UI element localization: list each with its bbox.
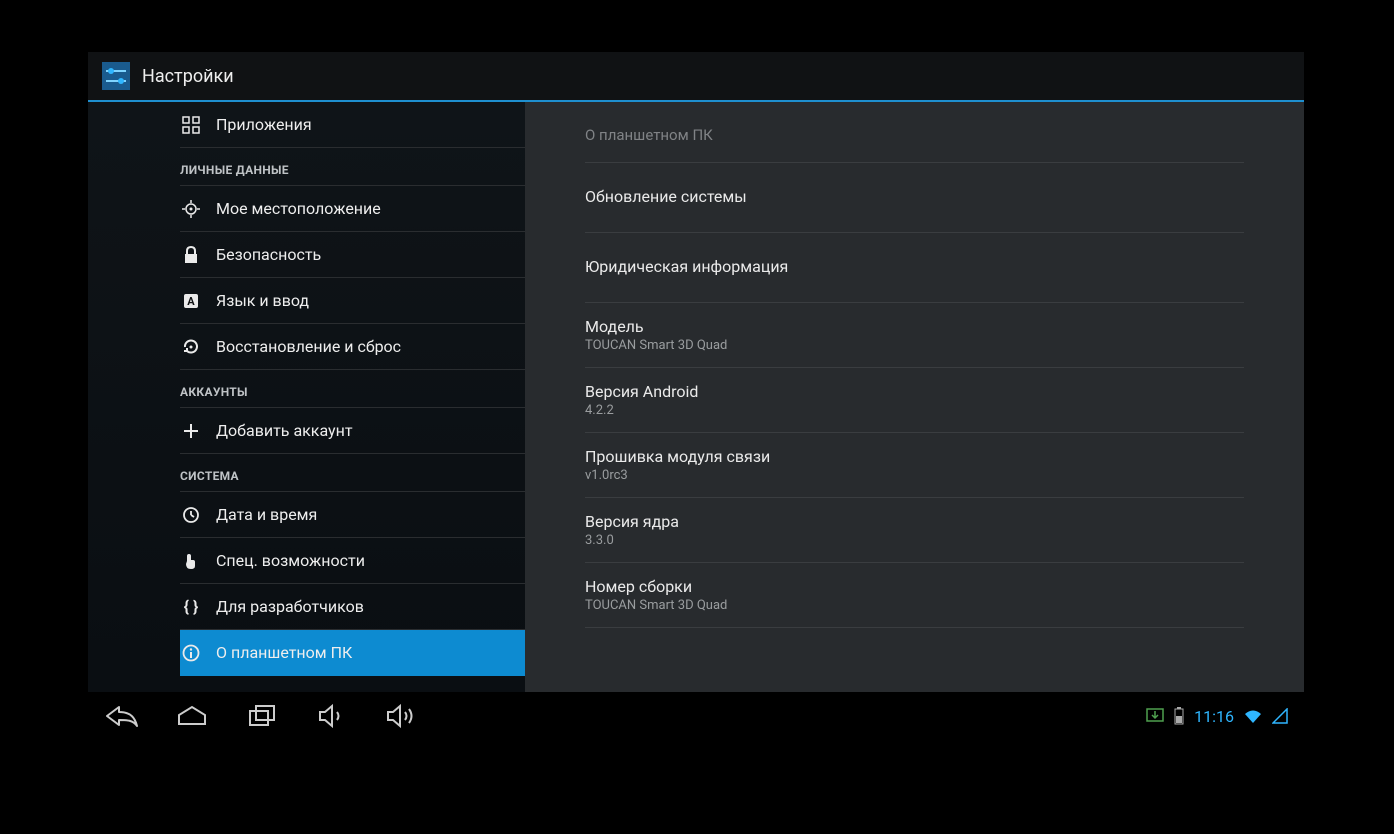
nav-left: [104, 698, 420, 734]
sidebar-section-header: АККАУНТЫ: [180, 370, 525, 408]
sidebar-item-label: Добавить аккаунт: [216, 421, 353, 440]
clock-icon: [180, 506, 202, 524]
detail-panel[interactable]: О планшетном ПК Обновление системы Юридич…: [525, 102, 1304, 692]
detail-row-subtitle: TOUCAN Smart 3D Quad: [585, 598, 1244, 613]
detail-row[interactable]: Версия Android 4.2.2: [585, 368, 1244, 433]
language-icon: A: [180, 292, 202, 310]
detail-row[interactable]: Юридическая информация: [585, 233, 1244, 303]
home-button[interactable]: [174, 698, 210, 734]
header: Настройки: [88, 52, 1304, 102]
sidebar-item-label: Дата и время: [216, 505, 317, 524]
detail-row[interactable]: Версия ядра 3.3.0: [585, 498, 1244, 563]
signal-icon: [1272, 708, 1288, 724]
sidebar-item-label: Спец. возможности: [216, 551, 365, 570]
location-icon: [180, 200, 202, 218]
wifi-icon: [1244, 708, 1262, 724]
braces-icon: { }: [180, 598, 202, 616]
sidebar-item[interactable]: О планшетном ПК: [180, 630, 525, 676]
detail-row-subtitle: 3.3.0: [585, 533, 1244, 548]
plus-icon: [180, 422, 202, 440]
sidebar-item[interactable]: Спец. возможности: [180, 538, 525, 584]
sidebar-item-label: О планшетном ПК: [216, 643, 352, 662]
detail-row-title: Обновление системы: [585, 187, 1244, 206]
sidebar-item-label: Для разработчиков: [216, 597, 364, 616]
detail-row-title: Версия Android: [585, 382, 1244, 401]
apps-icon: [180, 116, 202, 134]
sidebar-item-label: Язык и ввод: [216, 291, 309, 310]
sidebar-item-label: Приложения: [216, 115, 312, 134]
sidebar-item[interactable]: Мое местоположение: [180, 186, 525, 232]
recent-apps-button[interactable]: [244, 698, 280, 734]
back-button[interactable]: [104, 698, 140, 734]
info-icon: [180, 644, 202, 662]
detail-row-title: Юридическая информация: [585, 257, 1244, 276]
sidebar-item[interactable]: Добавить аккаунт: [180, 408, 525, 454]
download-icon: [1146, 708, 1164, 724]
content: Приложения ЛИЧНЫЕ ДАННЫЕ Мое местоположени…: [88, 102, 1304, 692]
svg-text:A: A: [187, 295, 195, 308]
sidebar-section-header: ЛИЧНЫЕ ДАННЫЕ: [180, 148, 525, 186]
reset-icon: [180, 338, 202, 356]
detail-row-subtitle: TOUCAN Smart 3D Quad: [585, 338, 1244, 353]
status-area[interactable]: 11:16: [1146, 707, 1288, 726]
sidebar-item-label: Восстановление и сброс: [216, 337, 401, 356]
navigation-bar: 11:16: [88, 692, 1304, 740]
detail-row[interactable]: Номер сборки TOUCAN Smart 3D Quad: [585, 563, 1244, 628]
detail-row[interactable]: Прошивка модуля связи v1.0rc3: [585, 433, 1244, 498]
volume-up-button[interactable]: [384, 698, 420, 734]
sidebar-section-header: СИСТЕМА: [180, 454, 525, 492]
sidebar[interactable]: Приложения ЛИЧНЫЕ ДАННЫЕ Мое местоположени…: [88, 102, 525, 692]
lock-icon: [180, 246, 202, 264]
sidebar-item[interactable]: Приложения: [180, 102, 525, 148]
svg-text:{ }: { }: [184, 598, 199, 616]
settings-icon: [100, 60, 132, 92]
detail-title: О планшетном ПК: [585, 102, 1244, 163]
detail-row-title: Модель: [585, 317, 1244, 336]
settings-window: Настройки Приложения ЛИЧНЫЕ ДАННЫЕ Мое мес…: [88, 52, 1304, 692]
sidebar-item[interactable]: Дата и время: [180, 492, 525, 538]
sidebar-item-label: Безопасность: [216, 245, 321, 264]
clock-text: 11:16: [1194, 707, 1234, 726]
detail-row[interactable]: Модель TOUCAN Smart 3D Quad: [585, 303, 1244, 368]
header-title: Настройки: [142, 66, 234, 87]
sidebar-item[interactable]: { } Для разработчиков: [180, 584, 525, 630]
detail-row-subtitle: 4.2.2: [585, 403, 1244, 418]
sidebar-item[interactable]: Безопасность: [180, 232, 525, 278]
detail-row-title: Версия ядра: [585, 512, 1244, 531]
battery-icon: [1174, 707, 1184, 725]
sidebar-item[interactable]: A Язык и ввод: [180, 278, 525, 324]
sidebar-item-label: Мое местоположение: [216, 199, 381, 218]
sidebar-item[interactable]: Восстановление и сброс: [180, 324, 525, 370]
volume-down-button[interactable]: [314, 698, 350, 734]
detail-row-title: Номер сборки: [585, 577, 1244, 596]
hand-icon: [180, 552, 202, 570]
detail-row-title: Прошивка модуля связи: [585, 447, 1244, 466]
detail-row-subtitle: v1.0rc3: [585, 468, 1244, 483]
detail-row[interactable]: Обновление системы: [585, 163, 1244, 233]
